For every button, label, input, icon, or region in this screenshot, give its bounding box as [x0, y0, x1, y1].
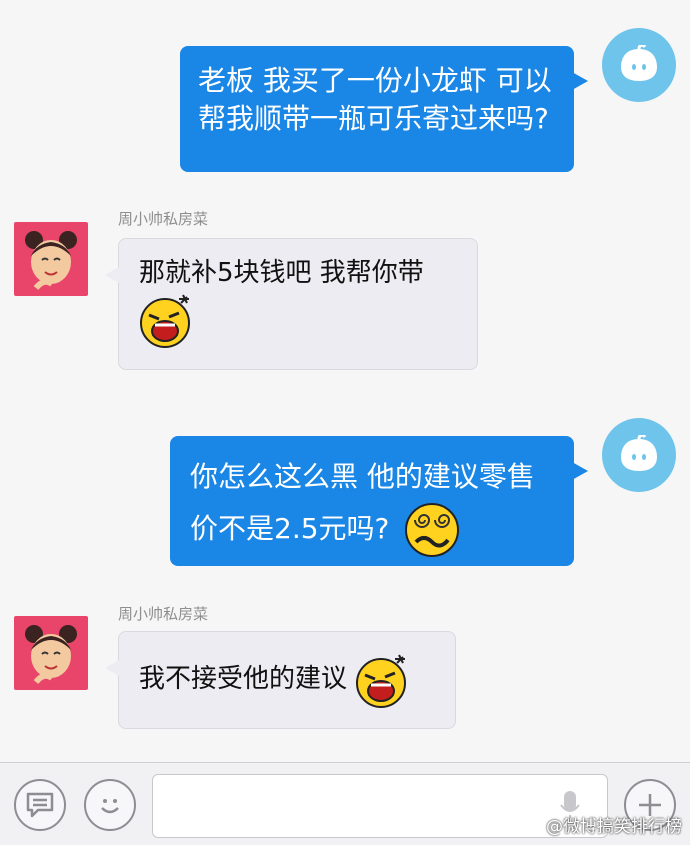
laughing-face-emoji: [140, 294, 190, 348]
message-text: 那就补5块钱吧 我帮你带: [139, 258, 424, 288]
user-avatar[interactable]: [602, 418, 676, 492]
qq-penguin-icon: [621, 45, 657, 81]
dizzy-face-emoji: [405, 503, 460, 557]
contact-avatar[interactable]: [14, 616, 88, 690]
qq-penguin-icon: [621, 435, 657, 471]
message-bubble-outgoing[interactable]: 你怎么这么黑 他的建议零售价不是2.5元吗?: [170, 436, 588, 566]
sender-name: 周小帅私房菜: [118, 605, 209, 623]
message-input[interactable]: [152, 774, 608, 838]
chat-bubble-button[interactable]: [14, 779, 66, 831]
sender-name: 周小帅私房菜: [118, 210, 209, 228]
message-bubble-incoming[interactable]: 那就补5块钱吧 我帮你带: [105, 238, 478, 370]
message-bubble-outgoing[interactable]: 老板 我买了一份小龙虾 可以帮我顺带一瓶可乐寄过来吗?: [180, 46, 588, 172]
chat-bubble-icon: [26, 792, 54, 818]
contact-avatar[interactable]: [14, 222, 88, 296]
emoji-button[interactable]: [84, 779, 136, 831]
message-text: 你怎么这么黑 他的建议零售价不是2.5元吗?: [190, 460, 535, 545]
cartoon-girl-avatar: [25, 625, 77, 684]
chat-area: 老板 我买了一份小龙虾 可以帮我顺带一瓶可乐寄过来吗? 周小帅私房菜 那就补5块…: [0, 0, 690, 762]
watermark: @微博搞笑排行榜: [546, 817, 682, 837]
smiley-icon: [101, 799, 119, 814]
cartoon-girl-avatar: [25, 231, 77, 290]
message-bubble-incoming[interactable]: 我不接受他的建议: [105, 631, 456, 729]
message-text: 我不接受他的建议: [139, 664, 348, 694]
message-text: 老板 我买了一份小龙虾 可以帮我顺带一瓶可乐寄过来吗?: [198, 64, 552, 135]
user-avatar[interactable]: [602, 28, 676, 102]
laughing-face-emoji: [356, 654, 407, 708]
